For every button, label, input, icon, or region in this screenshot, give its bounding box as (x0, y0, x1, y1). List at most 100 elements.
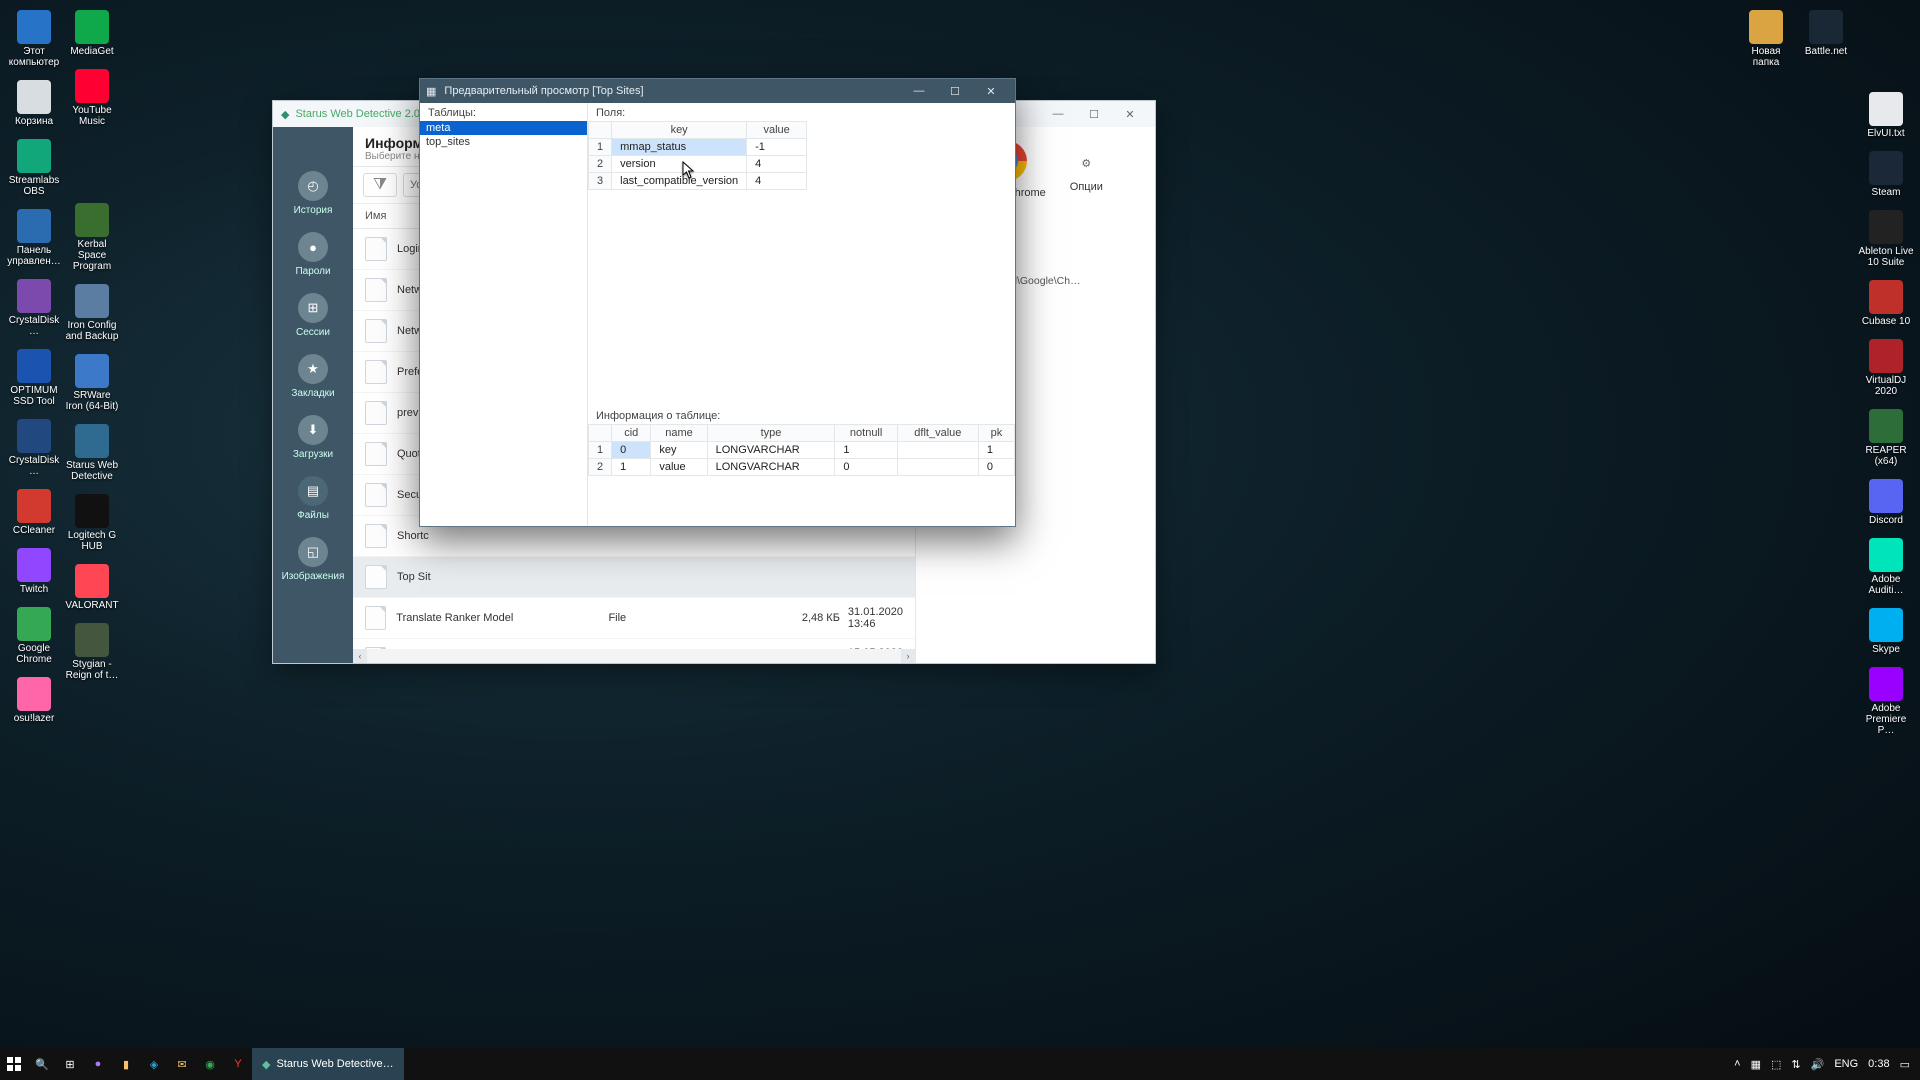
desktop-icon[interactable]: Kerbal Space Program (64, 199, 120, 276)
app-icon (75, 424, 109, 458)
desktop-icon[interactable]: REAPER (x64) (1858, 405, 1914, 471)
desktop-icon[interactable]: VirtualDJ 2020 (1858, 335, 1914, 401)
app-icon (75, 354, 109, 388)
nav-label: Пароли (295, 266, 330, 277)
tables-list[interactable]: metatop_sites (420, 121, 587, 149)
desktop-icon[interactable]: YouTube Music (64, 65, 120, 131)
desktop-icon[interactable]: MediaGet (64, 6, 120, 61)
start-button[interactable] (0, 1048, 28, 1080)
icon-label: VALORANT (65, 600, 118, 611)
preview-titlebar[interactable]: ▦ Предварительный просмотр [Top Sites] —… (420, 79, 1015, 103)
minimize-button[interactable]: — (901, 79, 937, 103)
pinned-app[interactable]: ● (84, 1048, 112, 1080)
app-icon (1869, 92, 1903, 126)
desktop-icon[interactable]: CrystalDisk… (6, 275, 62, 341)
desktop-icon[interactable]: Adobe Premiere P… (1858, 663, 1914, 740)
desktop-icon[interactable]: Stygian - Reign of t… (64, 619, 120, 685)
app-icon (75, 564, 109, 598)
preview-app-icon: ▦ (426, 85, 436, 98)
desktop-icon[interactable]: Discord (1858, 475, 1914, 530)
desktop-icon[interactable]: Starus Web Detective (64, 420, 120, 486)
sidebar-item-Сессии[interactable]: ⊞Сессии (283, 285, 343, 346)
desktop-icon[interactable]: Google Chrome (6, 603, 62, 669)
volume-icon[interactable]: 🔊 (1811, 1058, 1825, 1071)
app-icon (75, 284, 109, 318)
desktop-icon[interactable]: Iron Config and Backup (64, 280, 120, 346)
file-size: 2,48 КБ (763, 612, 840, 624)
desktop-icon[interactable]: Streamlabs OBS (6, 135, 62, 201)
nav-icon: ⊞ (298, 293, 328, 323)
desktop-icon[interactable]: Logitech G HUB (64, 490, 120, 556)
sidebar-item-Пароли[interactable]: ●Пароли (283, 224, 343, 285)
file-type: File (608, 612, 762, 624)
close-button[interactable]: ✕ (1113, 108, 1147, 121)
taskbar-active-app[interactable]: ◆ Starus Web Detective… (252, 1048, 404, 1080)
sidebar-item-Файлы[interactable]: ▤Файлы (283, 468, 343, 529)
desktop-icon[interactable]: Steam (1858, 147, 1914, 202)
desktop-icon[interactable]: CrystalDisk… (6, 415, 62, 481)
maximize-button[interactable]: ☐ (937, 79, 973, 103)
telegram-icon[interactable]: ◈ (140, 1048, 168, 1080)
maximize-button[interactable]: ☐ (1077, 108, 1111, 121)
desktop-icon[interactable]: Этот компьютер (6, 6, 62, 72)
desktop-icons-left-col2: MediaGetYouTube Music Kerbal Space Progra… (64, 6, 120, 685)
taskbar[interactable]: 🔍 ⊞ ● ▮ ◈ ✉ ◉ Y ◆ Starus Web Detective… … (0, 1048, 1920, 1080)
tray-chevron-icon[interactable]: ˄ (1734, 1058, 1740, 1070)
language-indicator[interactable]: ENG (1834, 1058, 1858, 1070)
icon-label: Корзина (15, 116, 53, 127)
desktop-icon[interactable]: Twitch (6, 544, 62, 599)
sidebar-item-Закладки[interactable]: ★Закладки (283, 346, 343, 407)
schema-grid[interactable]: cidnametypenotnulldflt_valuepk10keyLONGV… (588, 424, 1015, 476)
sidebar-item-История[interactable]: ◴История (283, 163, 343, 224)
explorer-icon[interactable]: ▮ (112, 1048, 140, 1080)
desktop-icon[interactable]: SRWare Iron (64-Bit) (64, 350, 120, 416)
desktop-icon[interactable]: Adobe Auditi… (1858, 534, 1914, 600)
search-icon[interactable]: 🔍 (28, 1048, 56, 1080)
tray-icon[interactable]: ▦ (1751, 1058, 1761, 1071)
table-item[interactable]: meta (420, 121, 587, 135)
desktop-icon[interactable]: osu!lazer (6, 673, 62, 728)
sidebar-item-Изображения[interactable]: ◱Изображения (283, 529, 343, 590)
app-icon (1749, 10, 1783, 44)
desktop-icon[interactable]: Ableton Live 10 Suite (1858, 206, 1914, 272)
scroll-left[interactable]: ‹ (353, 649, 367, 663)
desktop-icon[interactable]: Cubase 10 (1858, 276, 1914, 331)
file-name: Shortc (397, 530, 617, 542)
icon-label: Adobe Premiere P… (1858, 703, 1914, 736)
clock[interactable]: 0:38 (1868, 1058, 1889, 1070)
fields-grid[interactable]: keyvalue1mmap_status-12version43last_com… (588, 121, 807, 190)
file-row[interactable]: Translate Ranker ModelFile2,48 КБ31.01.2… (353, 598, 915, 639)
app-icon (17, 489, 51, 523)
icon-label: Skype (1872, 644, 1900, 655)
close-button[interactable]: ✕ (973, 79, 1009, 103)
minimize-button[interactable]: — (1041, 108, 1075, 121)
notification-icon[interactable]: ▭ (1900, 1058, 1910, 1071)
desktop-icon[interactable]: Корзина (6, 76, 62, 131)
desktop-icon[interactable]: ElvUI.txt (1858, 88, 1914, 143)
desktop-icon[interactable]: Новая папка (1738, 6, 1794, 72)
desktop-icon[interactable]: Battle.net (1798, 6, 1854, 72)
table-item[interactable]: top_sites (420, 135, 587, 149)
desktop-icon[interactable]: CCleaner (6, 485, 62, 540)
desktop-icon[interactable]: OPTIMUM SSD Tool (6, 345, 62, 411)
task-view-icon[interactable]: ⊞ (56, 1048, 84, 1080)
network-icon[interactable]: ⇅ (1791, 1058, 1800, 1071)
file-row[interactable]: Top Sit (353, 557, 915, 598)
app-icon (1869, 409, 1903, 443)
options-label[interactable]: Опции (1070, 181, 1103, 193)
filter-icon[interactable]: ⧩ (363, 173, 397, 197)
tables-label: Таблицы: (420, 103, 587, 121)
gear-icon[interactable]: ⚙ (1072, 149, 1100, 177)
icon-label: Панель управлен… (6, 245, 62, 267)
app-icon (75, 69, 109, 103)
sidebar-item-Загрузки[interactable]: ⬇Загрузки (283, 407, 343, 468)
yandex-icon[interactable]: Y (224, 1048, 252, 1080)
desktop-icon[interactable]: Skype (1858, 604, 1914, 659)
horizontal-scrollbar[interactable]: ‹ › (353, 649, 915, 663)
scroll-right[interactable]: › (901, 649, 915, 663)
mail-icon[interactable]: ✉ (168, 1048, 196, 1080)
chrome-icon[interactable]: ◉ (196, 1048, 224, 1080)
desktop-icon[interactable]: Панель управлен… (6, 205, 62, 271)
tray-icon[interactable]: ⬚ (1771, 1058, 1781, 1071)
desktop-icon[interactable]: VALORANT (64, 560, 120, 615)
